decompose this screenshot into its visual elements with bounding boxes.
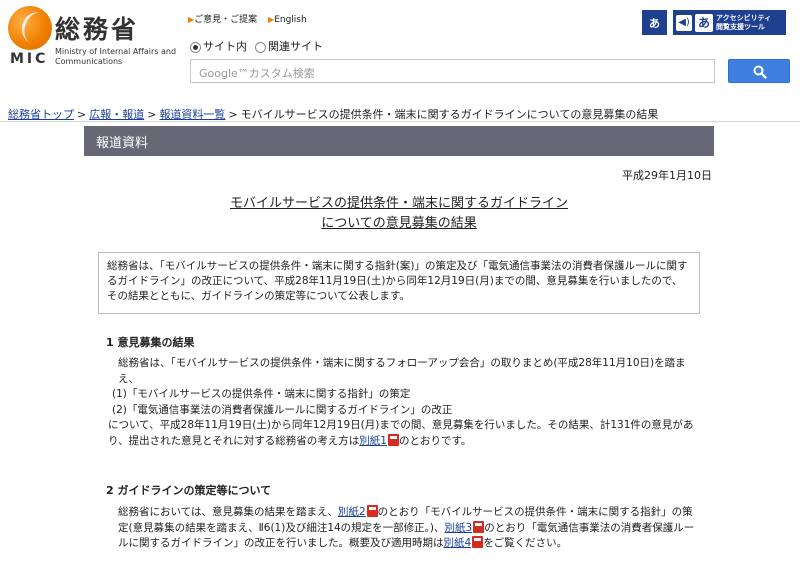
section-1-heading: 1 意見募集の結果 [106, 336, 195, 349]
attachment-4-link[interactable]: 別紙4 [444, 537, 472, 549]
attachment-2-link[interactable]: 別紙2 [338, 506, 366, 518]
search-icon [753, 65, 767, 79]
accessibility-tool-button[interactable]: ◀) あ アクセシビリティ 閲覧支援ツール [673, 10, 786, 35]
accessibility-tools: あ ◀) あ アクセシビリティ 閲覧支援ツール [642, 10, 786, 35]
feedback-link[interactable]: ▶ご意見・ご提案 [188, 15, 257, 25]
english-link[interactable]: ▶English [268, 15, 307, 25]
breadcrumb: 総務省トップ > 広報・報道 > 報道資料一覧 > モバイルサービスの提供条件・端末に関する… [8, 106, 658, 122]
scope-related-option[interactable]: 関連サイト [255, 38, 323, 54]
breadcrumb-top[interactable]: 総務省トップ [8, 108, 74, 121]
logo-abbreviation: MIC [10, 51, 49, 67]
mic-logo[interactable]: 総務省 MIC Ministry of Internal Affairs and… [8, 6, 176, 67]
section-1-intro: 総務省は、「モバイルサービスの提供条件・端末に関するフォローアップ会合」の取りま… [118, 357, 686, 385]
title-line-2: についての意見募集の結果 [321, 216, 477, 231]
scope-site-option[interactable]: サイト内 [190, 38, 247, 54]
attachment-3-link[interactable]: 別紙3 [445, 522, 473, 534]
section-1-item-2: (2)「電気通信事業法の消費者保護ルールに関するガイドライン」の改正 [112, 403, 453, 416]
section-1-body: 総務省は、「モバイルサービスの提供条件・端末に関するフォローアップ会合」の取りま… [108, 356, 698, 449]
release-date: 平成29年1月10日 [622, 169, 712, 182]
radio-icon[interactable] [255, 41, 266, 53]
search-scope: サイト内 関連サイト [190, 38, 323, 54]
radio-selected-icon[interactable] [190, 41, 201, 53]
breadcrumb-separator: > [228, 108, 238, 121]
page-title: モバイルサービスの提供条件・端末に関するガイドライン についての意見募集の結果 [84, 194, 714, 234]
pdf-icon [472, 536, 484, 548]
pdf-icon [366, 505, 378, 517]
summary-box: 総務省は、「モバイルサービスの提供条件・端末に関する指針(案)」の策定及び「電気… [98, 252, 700, 314]
accessibility-tool-label: アクセシビリティ 閲覧支援ツール [716, 13, 772, 31]
breadcrumb-separator: > [77, 108, 87, 121]
search-button[interactable] [728, 59, 790, 83]
section-2-body: 総務省においては、意見募集の結果を踏まえ、別紙2 のとおり「モバイルサービスの提供… [108, 505, 698, 552]
section-1-item-1: (1)「モバイルサービスの提供条件・端末に関する指針」の策定 [112, 388, 411, 400]
breadcrumb-press[interactable]: 広報・報道 [89, 108, 144, 121]
logo-japanese-name: 総務省 [55, 15, 140, 44]
mic-logo-mark [8, 6, 52, 50]
section-2-heading: 2 ガイドラインの策定等について [106, 484, 272, 497]
divider [0, 121, 800, 122]
speaker-icon: ◀) [676, 14, 692, 31]
search-input[interactable]: Google™カスタム検索 [190, 59, 715, 83]
attachment-1-link[interactable]: 別紙1 [359, 435, 387, 447]
press-release-banner: 報道資料 [84, 126, 714, 156]
font-size-button[interactable]: あ [642, 10, 667, 35]
pdf-icon [473, 520, 485, 533]
title-line-1: モバイルサービスの提供条件・端末に関するガイドライン [229, 196, 568, 211]
section-1-result: について、平成28年11月19日(土)から同年12月19日(月)までの間、意見募… [108, 419, 694, 447]
logo-english-name: Ministry of Internal Affairs and Communi… [55, 47, 177, 66]
pdf-icon [387, 433, 399, 446]
breadcrumb-press-list[interactable]: 報道資料一覧 [159, 108, 225, 121]
voice-glyph: あ [695, 13, 713, 32]
section-2-paragraph: 総務省においては、意見募集の結果を踏まえ、別紙2 のとおり「モバイルサービスの提供… [118, 505, 695, 549]
breadcrumb-current: モバイルサービスの提供条件・端末に関するガイドラインについての意見募集の結果 [240, 108, 659, 121]
header-links: ▶ご意見・ご提案 ▶English [188, 12, 315, 25]
breadcrumb-separator: > [147, 108, 157, 121]
